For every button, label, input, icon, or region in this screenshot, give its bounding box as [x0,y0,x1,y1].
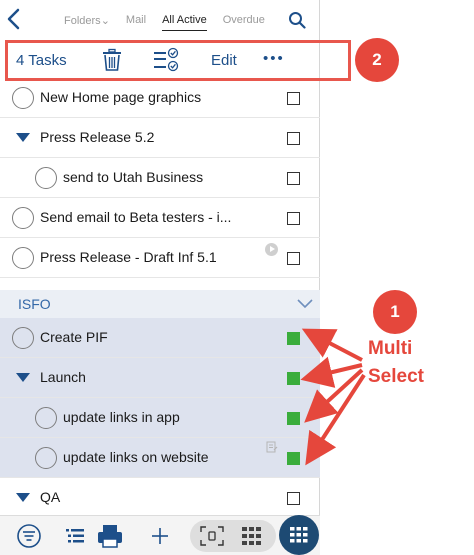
task-complete-circle[interactable] [12,327,34,349]
section-title: ISFO [18,296,51,312]
task-row-selected[interactable]: update links in app [0,398,320,438]
expand-triangle-icon[interactable] [16,373,30,382]
annotation-arrow [305,373,366,466]
task-title: update links in app [63,409,180,425]
task-row[interactable]: send to Utah Business [0,158,320,198]
task-title: QA [40,489,61,505]
task-title: Press Release 5.2 [40,129,155,145]
annotation-arrows [300,328,366,466]
task-complete-circle[interactable] [12,207,34,229]
list-view-icon[interactable] [66,528,84,544]
task-title: Press Release - Draft Inf 5.1 [40,249,217,265]
task-row-selected[interactable]: Create PIF [0,318,320,358]
tab-folders[interactable]: Folders⌄ [64,14,110,31]
task-title: Create PIF [40,329,108,345]
back-chevron-icon[interactable] [4,7,24,31]
task-complete-circle[interactable] [12,87,34,109]
tab-all-active[interactable]: All Active [162,14,207,31]
top-nav: Folders⌄ Mail All Active Overdue [0,0,320,38]
dashboard-grid-button[interactable] [279,515,319,555]
task-row[interactable]: Send email to Beta testers - i... [0,198,320,238]
select-checkbox[interactable] [287,492,300,505]
select-checkbox[interactable] [287,172,300,185]
task-app: Folders⌄ Mail All Active Overdue 4 Tasks [0,0,320,555]
expand-triangle-icon[interactable] [16,133,30,142]
annotation-badge-2: 2 [355,38,399,82]
grid-view-icon[interactable] [242,527,262,545]
task-row[interactable]: Press Release - Draft Inf 5.1 [0,238,320,278]
task-title: Launch [40,369,86,385]
view-mode-group [190,520,276,552]
task-row-selected[interactable]: update links on website [0,438,320,478]
bottom-toolbar [0,515,320,555]
task-row-selected[interactable]: Launch [0,358,320,398]
task-complete-circle[interactable] [35,447,57,469]
task-row[interactable]: QA [0,478,320,518]
select-checkbox[interactable] [287,212,300,225]
select-checkbox[interactable] [287,252,300,265]
task-row[interactable]: New Home page graphics [0,78,320,118]
annotation-arrow [301,328,363,362]
add-icon[interactable] [151,527,169,545]
task-complete-circle[interactable] [35,407,57,429]
chevron-down-icon[interactable] [296,298,314,310]
search-icon[interactable] [288,11,306,29]
task-title: update links on website [63,449,209,465]
tab-overdue[interactable]: Overdue [223,14,265,31]
task-row[interactable]: Press Release 5.2 [0,118,320,158]
expand-triangle-icon[interactable] [16,493,30,502]
play-icon [265,243,278,256]
task-title: New Home page graphics [40,89,202,105]
section-header-isfo[interactable]: ISFO [0,290,320,318]
grid-icon [290,527,308,543]
task-complete-circle[interactable] [12,247,34,269]
task-title: Send email to Beta testers - i... [40,209,232,225]
toolbar-highlight-box [5,40,351,81]
tab-mail[interactable]: Mail [126,14,146,31]
select-checkbox[interactable] [287,132,300,145]
select-checkbox[interactable] [287,92,300,105]
filter-tabs: Folders⌄ Mail All Active Overdue [64,14,281,31]
focus-view-icon[interactable] [200,526,224,546]
task-complete-circle[interactable] [35,167,57,189]
filter-menu-icon[interactable] [16,523,42,549]
print-icon[interactable] [97,524,123,548]
note-icon [266,441,278,453]
task-title: send to Utah Business [63,169,204,185]
